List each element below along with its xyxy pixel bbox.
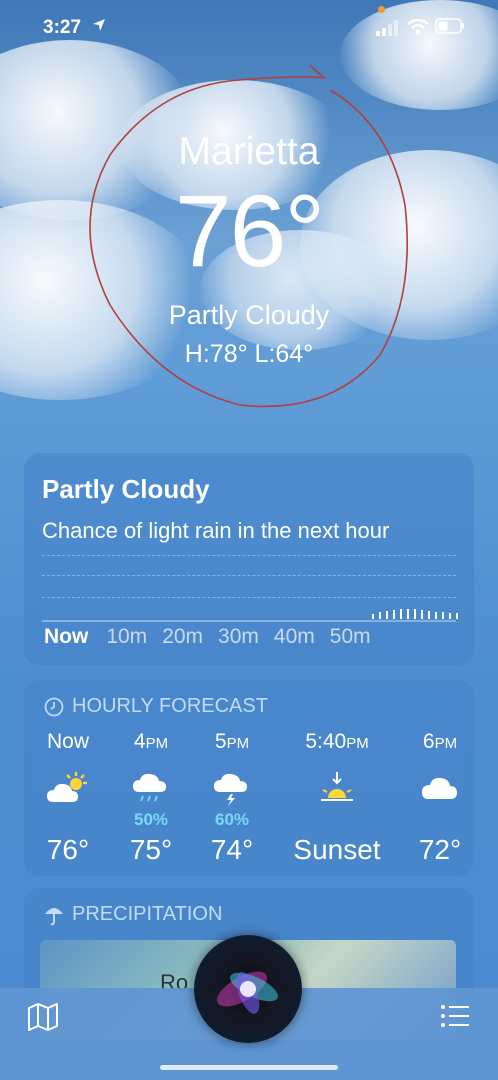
current-condition: Partly Cloudy <box>168 300 330 330</box>
privacy-indicator <box>378 6 385 13</box>
hour-label: 5:40 <box>305 730 347 753</box>
location-arrow-icon <box>93 19 105 31</box>
hour-temperature: 74° <box>210 834 254 865</box>
hour-temperature: 76° <box>46 834 90 865</box>
hour-label: Now <box>46 730 89 753</box>
hour-label: 6 <box>422 730 435 753</box>
precip-chance <box>282 810 392 832</box>
siri-orb[interactable] <box>194 935 302 1043</box>
partly-cloudy-icon <box>47 772 87 802</box>
timeline-label: 10m <box>106 625 148 648</box>
timeline-label: Now <box>44 625 89 648</box>
precip-chance: 50% <box>133 810 169 829</box>
hourly-item[interactable]: Now 76° <box>28 730 108 866</box>
city-name: Marietta <box>178 130 320 173</box>
next-hour-precipitation-card[interactable]: Partly Cloudy Chance of light rain in th… <box>24 453 474 665</box>
siri-waveform-icon <box>217 971 278 1014</box>
chart-gridline <box>42 597 456 598</box>
precipitation-header: PRECIPITATION <box>44 903 222 926</box>
summary-subtitle: Chance of light rain in the next hour <box>42 518 390 543</box>
hour-label: 4 <box>133 730 146 753</box>
status-bar: 3:27 <box>0 0 498 56</box>
timeline-labels: Now 10m 20m 30m 40m 50m <box>44 625 464 649</box>
list-icon[interactable] <box>440 1003 470 1029</box>
hour-label: 5 <box>214 730 227 753</box>
current-temperature: 76° <box>174 174 325 288</box>
hour-temperature: Sunset <box>293 834 381 865</box>
hourly-forecast-title: HOURLY FORECAST <box>72 695 268 717</box>
wifi-icon <box>407 19 429 35</box>
sunset-icon <box>321 772 353 801</box>
hour-temperature: 72° <box>418 834 462 865</box>
chart-gridline <box>42 555 456 556</box>
hourly-item[interactable]: 5:40PM Sunset <box>282 730 392 866</box>
thunderstorm-icon <box>214 773 247 806</box>
hourly-item[interactable]: 4PM 50% 75° <box>111 730 191 866</box>
hourly-item[interactable]: 6PM 72° <box>400 730 480 866</box>
timeline-label: 40m <box>273 625 315 648</box>
hour-temperature: 75° <box>129 834 173 865</box>
summary-title: Partly Cloudy <box>42 474 210 504</box>
hourly-forecast-header: HOURLY FORECAST <box>44 695 268 718</box>
clock-time: 3:27 <box>43 17 82 38</box>
cloud-icon <box>422 777 457 799</box>
hourly-item[interactable]: 5PM 60% 74° <box>192 730 272 866</box>
timeline-label: 50m <box>329 625 371 648</box>
hourly-forecast-card[interactable]: HOURLY FORECAST Now 76° 4PM 50% 75° 5PM <box>24 680 474 876</box>
map-icon[interactable] <box>27 1002 59 1032</box>
precip-chance <box>400 810 480 832</box>
precip-chance <box>28 810 108 832</box>
home-indicator[interactable] <box>160 1065 338 1070</box>
precip-chance: 60% <box>214 810 250 829</box>
cellular-signal-icon <box>376 20 398 36</box>
umbrella-icon <box>45 907 63 925</box>
high-low-temperature: H:78° L:64° <box>184 340 314 368</box>
timeline-label: 30m <box>218 625 259 648</box>
timeline-label: 20m <box>162 625 204 648</box>
chart-gridline <box>42 575 456 576</box>
precipitation-title: PRECIPITATION <box>72 903 223 925</box>
light-rain-intensity-bars <box>372 609 458 619</box>
rain-cloud-icon <box>133 773 166 802</box>
battery-icon <box>435 18 464 34</box>
clock-icon <box>44 697 64 716</box>
timeline-axis <box>42 620 456 622</box>
